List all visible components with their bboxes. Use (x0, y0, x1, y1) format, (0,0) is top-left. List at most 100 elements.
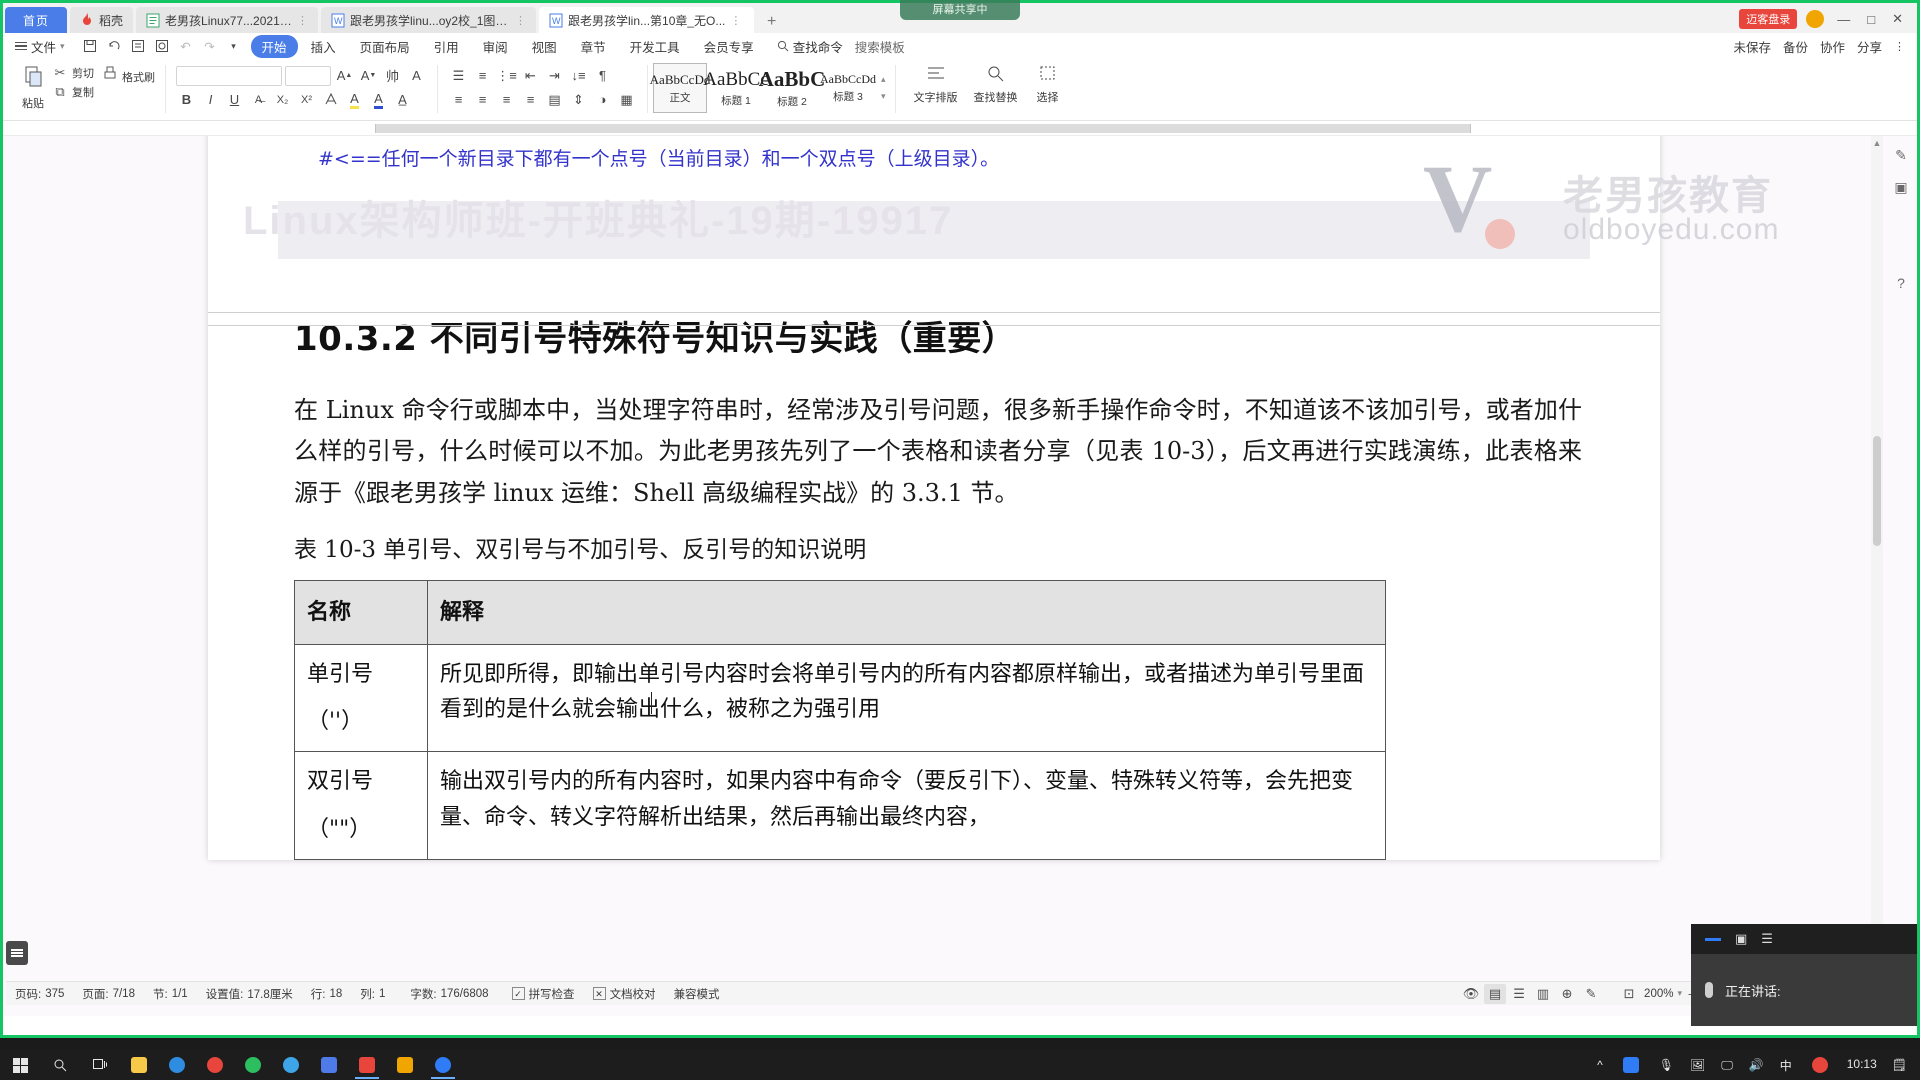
search-template-link[interactable]: 搜索模板 (855, 37, 905, 56)
ribbon-tab-review[interactable]: 审阅 (472, 35, 519, 58)
scrollbar-thumb[interactable] (1873, 436, 1881, 546)
undo2-icon[interactable]: ↶ (175, 36, 197, 56)
eye-icon[interactable]: 👁 (1460, 984, 1482, 1004)
horizontal-ruler[interactable] (3, 121, 1917, 136)
strikethrough-button[interactable]: A̶ (248, 89, 269, 110)
new-tab-button[interactable]: + (760, 13, 783, 33)
taskbar-app-chrome[interactable] (196, 1050, 234, 1080)
restore-icon[interactable]: ▣ (1735, 931, 1747, 947)
print-icon[interactable] (127, 36, 149, 56)
screen-icon[interactable]: 🖼 (1683, 1058, 1712, 1072)
customize-qat-icon[interactable]: ▾ (223, 36, 245, 56)
style-card-body[interactable]: AaBbCcDd 正文 (650, 63, 710, 113)
shading-icon[interactable]: ◑ (592, 89, 613, 110)
display-icon[interactable]: 🖵 (1714, 1058, 1740, 1073)
style-scroll-down-icon[interactable]: ▾ (881, 91, 886, 102)
save-icon[interactable] (79, 36, 101, 56)
document-tab-3-active[interactable]: W 跟老男孩学lin...第10章_无O... ⋮ (539, 7, 755, 33)
undo-icon[interactable] (103, 36, 125, 56)
share-button[interactable]: 分享 (1857, 37, 1882, 56)
close-button[interactable]: ✕ (1888, 11, 1907, 27)
status-compat-mode[interactable]: 兼容模式 (665, 986, 729, 1002)
tab-menu-icon[interactable]: ⋮ (730, 14, 741, 27)
ribbon-tab-insert[interactable]: 插入 (300, 35, 347, 58)
taskbar-app-wps[interactable] (348, 1050, 386, 1080)
zoom-dropdown-icon[interactable]: ▾ (1677, 988, 1682, 999)
status-col[interactable]: 列: 1 (351, 986, 394, 1002)
clear-format-icon[interactable]: A (406, 65, 427, 86)
search-icon[interactable] (40, 1050, 80, 1080)
status-page[interactable]: 页面: 7/18 (73, 986, 144, 1002)
copy-button[interactable]: ⧉ 复制 (52, 84, 94, 100)
ribbon-more-icon[interactable]: ⋮ (1894, 40, 1905, 53)
font-name-select[interactable] (176, 65, 282, 86)
network-icon[interactable] (1612, 1050, 1650, 1080)
edit-tools-icon[interactable]: ✎ (1888, 142, 1914, 168)
vertical-scrollbar[interactable]: ▲ ▼ (1871, 136, 1883, 1016)
minimize-icon[interactable] (1705, 937, 1721, 941)
numbering-icon[interactable]: ≡ (472, 65, 493, 86)
highlight-color-button[interactable]: A (344, 89, 365, 110)
cooperate-button[interactable]: 协作 (1820, 37, 1845, 56)
bold-button[interactable]: B (176, 89, 197, 110)
italic-button[interactable]: I (200, 89, 221, 110)
distribute-icon[interactable]: ▤ (544, 89, 565, 110)
ribbon-tab-page-layout[interactable]: 页面布局 (349, 35, 421, 58)
maximize-button[interactable]: □ (1863, 12, 1879, 27)
record-badge[interactable]: 迈客盘录 (1739, 9, 1798, 29)
style-card-heading-2[interactable]: AaBbC 标题 2 (759, 63, 826, 113)
character-border-button[interactable]: A̲ (392, 89, 413, 110)
ime-indicator[interactable]: 中 (1773, 1057, 1799, 1074)
taskbar-clock[interactable]: 10:13 (1841, 1058, 1883, 1071)
borders-icon[interactable]: ▦ (616, 89, 637, 110)
style-gallery-scroll[interactable]: ▴ ▾ (877, 63, 890, 113)
ribbon-tab-chapter[interactable]: 章节 (570, 35, 617, 58)
avatar[interactable] (1806, 10, 1825, 28)
increase-indent-icon[interactable]: ⇥ (544, 65, 565, 86)
paste-button[interactable]: 粘贴 (14, 62, 52, 111)
taskbar-app-explorer[interactable] (120, 1050, 158, 1080)
ribbon-tab-start[interactable]: 开始 (250, 34, 298, 58)
align-center-icon[interactable]: ≡ (472, 89, 493, 110)
sort-icon[interactable]: ↓≡ (568, 65, 589, 86)
align-left-icon[interactable]: ≡ (448, 89, 469, 110)
superscript-button[interactable]: X² (296, 89, 317, 110)
status-proofread[interactable]: ✕ 文档校对 (584, 986, 665, 1002)
taskbar-app-meeting[interactable] (424, 1050, 462, 1080)
screen-share-indicator[interactable]: 屏幕共享中 (900, 0, 1020, 20)
increase-font-icon[interactable]: A ▲ (334, 65, 355, 86)
underline-button[interactable]: U (224, 89, 245, 110)
document-tab-2[interactable]: W 跟老男孩学linu...oy2校_1图待改 ⋮ (321, 7, 537, 33)
ribbon-tab-member[interactable]: 会员专享 (693, 35, 765, 58)
edit-view-icon[interactable]: ✎ (1580, 984, 1602, 1004)
book-view-icon[interactable]: ▥ (1532, 984, 1554, 1004)
outline-view-icon[interactable]: ☰ (1508, 984, 1530, 1004)
status-section[interactable]: 节: 1/1 (144, 986, 197, 1002)
decrease-indent-icon[interactable]: ⇤ (520, 65, 541, 86)
ribbon-tab-reference[interactable]: 引用 (423, 35, 470, 58)
tab-menu-icon[interactable]: ⋮ (515, 14, 526, 27)
decrease-font-icon[interactable]: A ▼ (358, 65, 379, 86)
font-color-button[interactable]: A (368, 89, 389, 110)
justify-icon[interactable]: ≡ (520, 89, 541, 110)
style-card-heading-3[interactable]: AaBbCcDd 标题 3 (820, 63, 876, 113)
volume-icon[interactable]: 🔊 (1742, 1058, 1771, 1072)
backup-button[interactable]: 备份 (1783, 37, 1808, 56)
text-layout-button[interactable]: 文字排版 (906, 62, 966, 105)
redo2-icon[interactable]: ↷ (199, 36, 221, 56)
status-row[interactable]: 行: 18 (302, 986, 352, 1002)
line-spacing-icon[interactable]: ⇕ (568, 89, 589, 110)
document-tab-1[interactable]: 老男孩Linux77...20210511-- ⋮ (136, 7, 319, 33)
taskbar-app-edge[interactable] (158, 1050, 196, 1080)
print-preview-icon[interactable] (151, 36, 173, 56)
notification-icon[interactable]: 🗒 (1885, 1058, 1914, 1072)
knowledge-table[interactable]: 名称 解释 单引号 （''） 所见即所得，即输出单引号内容时会将单引号内的所有内… (294, 579, 1386, 860)
fit-page-icon[interactable]: ⊡ (1618, 984, 1640, 1004)
page-view-icon[interactable]: ▤ (1484, 983, 1507, 1004)
bullets-icon[interactable]: ☰ (448, 65, 469, 86)
web-view-icon[interactable]: ⊕ (1556, 984, 1578, 1004)
font-size-select[interactable] (285, 65, 331, 86)
text-effects-button[interactable] (320, 89, 341, 110)
taskbar-app-qq[interactable] (272, 1050, 310, 1080)
align-right-icon[interactable]: ≡ (496, 89, 517, 110)
